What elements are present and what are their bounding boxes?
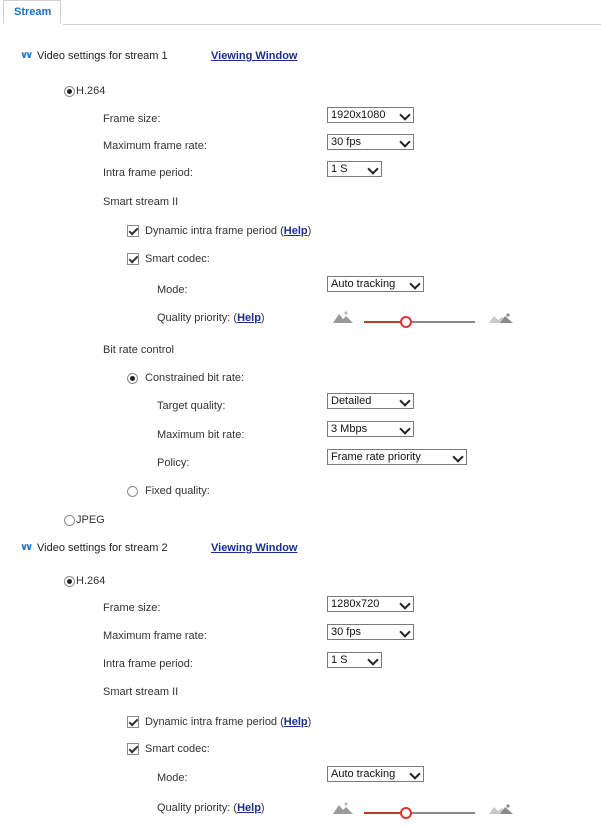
stream2-intra-period-label: Intra frame period:	[103, 658, 193, 670]
chevron-down-icon	[399, 626, 411, 638]
stream1-frame-size-value: 1920x1080	[331, 109, 386, 121]
stream1-viewing-window-link[interactable]: Viewing Window	[211, 49, 297, 63]
stream1-mode-value: Auto tracking	[331, 278, 396, 290]
stream2-dynamic-intra-checkbox[interactable]	[127, 716, 139, 728]
chevron-double-down-icon[interactable]: ∨∨	[20, 50, 33, 61]
stream1-quality-slider[interactable]	[364, 316, 475, 328]
chevron-down-icon	[367, 654, 379, 666]
slider-thumb[interactable]	[400, 807, 412, 819]
stream2-quality-priority-help-link[interactable]: Help	[237, 802, 261, 814]
stream1-mode-label: Mode:	[157, 284, 188, 296]
landscape-low-icon	[333, 311, 353, 323]
stream2-viewing-window-link[interactable]: Viewing Window	[211, 541, 297, 555]
stream2-frame-size-select[interactable]: 1280x720	[327, 596, 414, 612]
landscape-high-icon	[489, 804, 513, 814]
landscape-high-icon	[489, 313, 513, 323]
stream1-target-quality-select[interactable]: Detailed	[327, 393, 414, 409]
stream2-frame-size-value: 1280x720	[331, 598, 380, 610]
stream1-frame-size-select[interactable]: 1920x1080	[327, 107, 414, 123]
tab-divider	[63, 24, 601, 25]
stream2-quality-priority-text: Quality priority: (	[157, 802, 238, 814]
stream1-max-bitrate-select[interactable]: 3 Mbps	[327, 421, 414, 437]
stream2-max-frame-rate-value: 30 fps	[331, 626, 361, 638]
stream2-dynamic-intra-text: Dynamic intra frame period (	[145, 716, 284, 728]
chevron-down-icon	[399, 423, 411, 435]
tab-stream[interactable]: Stream	[3, 0, 61, 24]
stream1-intra-period-value: 1 S	[331, 163, 348, 175]
chevron-down-icon	[409, 768, 421, 780]
stream1-smart-codec-checkbox[interactable]	[127, 253, 139, 265]
stream1-jpeg-radio[interactable]	[64, 515, 75, 526]
stream1-smart-codec-label: Smart codec:	[145, 253, 210, 265]
stream1-section-title[interactable]: Video settings for stream 1	[37, 49, 168, 63]
stream2-h264-radio[interactable]	[64, 576, 75, 587]
stream1-dynamic-intra-help-link[interactable]: Help	[284, 225, 308, 237]
stream2-mode-label: Mode:	[157, 772, 188, 784]
stream1-h264-radio[interactable]	[64, 86, 75, 97]
landscape-low-icon	[333, 802, 353, 814]
stream1-policy-select[interactable]: Frame rate priority	[327, 449, 467, 465]
stream2-intra-period-select[interactable]: 1 S	[327, 652, 382, 668]
stream1-target-quality-label: Target quality:	[157, 400, 226, 412]
stream1-policy-label: Policy:	[157, 457, 190, 469]
stream1-constrained-radio[interactable]	[127, 373, 138, 384]
stream2-quality-slider[interactable]	[364, 807, 475, 819]
stream1-jpeg-label: JPEG	[76, 514, 105, 526]
stream1-dynamic-intra-close-paren: )	[307, 225, 312, 237]
stream1-dynamic-intra-checkbox[interactable]	[127, 225, 139, 237]
chevron-down-icon	[399, 598, 411, 610]
stream2-frame-size-label: Frame size:	[103, 602, 161, 614]
stream1-dynamic-intra-text: Dynamic intra frame period (	[145, 225, 284, 237]
stream1-fixed-quality-radio[interactable]	[127, 486, 138, 497]
stream2-section-title[interactable]: Video settings for stream 2	[37, 541, 168, 555]
chevron-down-icon	[452, 451, 464, 463]
slider-thumb[interactable]	[400, 316, 412, 328]
stream2-mode-select[interactable]: Auto tracking	[327, 766, 424, 782]
stream2-smart-codec-checkbox[interactable]	[127, 743, 139, 755]
stream2-h264-label: H.264	[76, 575, 106, 587]
stream1-constrained-label: Constrained bit rate:	[145, 372, 245, 384]
stream2-max-frame-rate-select[interactable]: 30 fps	[327, 624, 414, 640]
stream1-frame-size-label: Frame size:	[103, 113, 161, 125]
stream1-max-frame-rate-label: Maximum frame rate:	[103, 140, 207, 152]
stream1-max-frame-rate-select[interactable]: 30 fps	[327, 134, 414, 150]
stream2-max-frame-rate-label: Maximum frame rate:	[103, 630, 207, 642]
stream1-quality-priority-label: Quality priority: (Help)	[157, 311, 265, 325]
stream1-bitrate-control-label: Bit rate control	[103, 344, 174, 356]
tab-bar: Stream	[0, 0, 601, 26]
stream2-dynamic-intra-help-link[interactable]: Help	[284, 716, 308, 728]
stream1-target-quality-value: Detailed	[331, 395, 372, 407]
stream1-quality-priority-help-link[interactable]: Help	[237, 312, 261, 324]
stream2-quality-priority-label: Quality priority: (Help)	[157, 801, 265, 815]
stream2-intra-period-value: 1 S	[331, 654, 348, 666]
chevron-down-icon	[399, 136, 411, 148]
stream2-dynamic-intra-close-paren: )	[307, 716, 312, 728]
stream1-max-frame-rate-value: 30 fps	[331, 136, 361, 148]
stream1-quality-priority-text: Quality priority: (	[157, 312, 238, 324]
stream1-smart-stream-label: Smart stream II	[103, 196, 179, 208]
stream2-smart-codec-label: Smart codec:	[145, 743, 210, 755]
stream1-dynamic-intra-label: Dynamic intra frame period (Help)	[145, 224, 311, 238]
stream2-dynamic-intra-label: Dynamic intra frame period (Help)	[145, 715, 311, 729]
stream1-max-bitrate-label: Maximum bit rate:	[157, 429, 245, 441]
chevron-down-icon	[399, 109, 411, 121]
stream2-quality-priority-close-paren: )	[260, 802, 265, 814]
stream1-intra-period-select[interactable]: 1 S	[327, 161, 382, 177]
chevron-double-down-icon[interactable]: ∨∨	[20, 542, 33, 553]
stream2-mode-value: Auto tracking	[331, 768, 396, 780]
stream2-smart-stream-label: Smart stream II	[103, 686, 179, 698]
chevron-down-icon	[367, 163, 379, 175]
stream1-fixed-quality-label: Fixed quality:	[145, 485, 210, 497]
stream1-policy-value: Frame rate priority	[331, 451, 421, 463]
chevron-down-icon	[409, 278, 421, 290]
stream1-h264-label: H.264	[76, 85, 106, 97]
stream1-quality-priority-close-paren: )	[260, 312, 265, 324]
stream1-intra-period-label: Intra frame period:	[103, 167, 193, 179]
stream1-max-bitrate-value: 3 Mbps	[331, 423, 368, 435]
stream1-mode-select[interactable]: Auto tracking	[327, 276, 424, 292]
chevron-down-icon	[399, 395, 411, 407]
